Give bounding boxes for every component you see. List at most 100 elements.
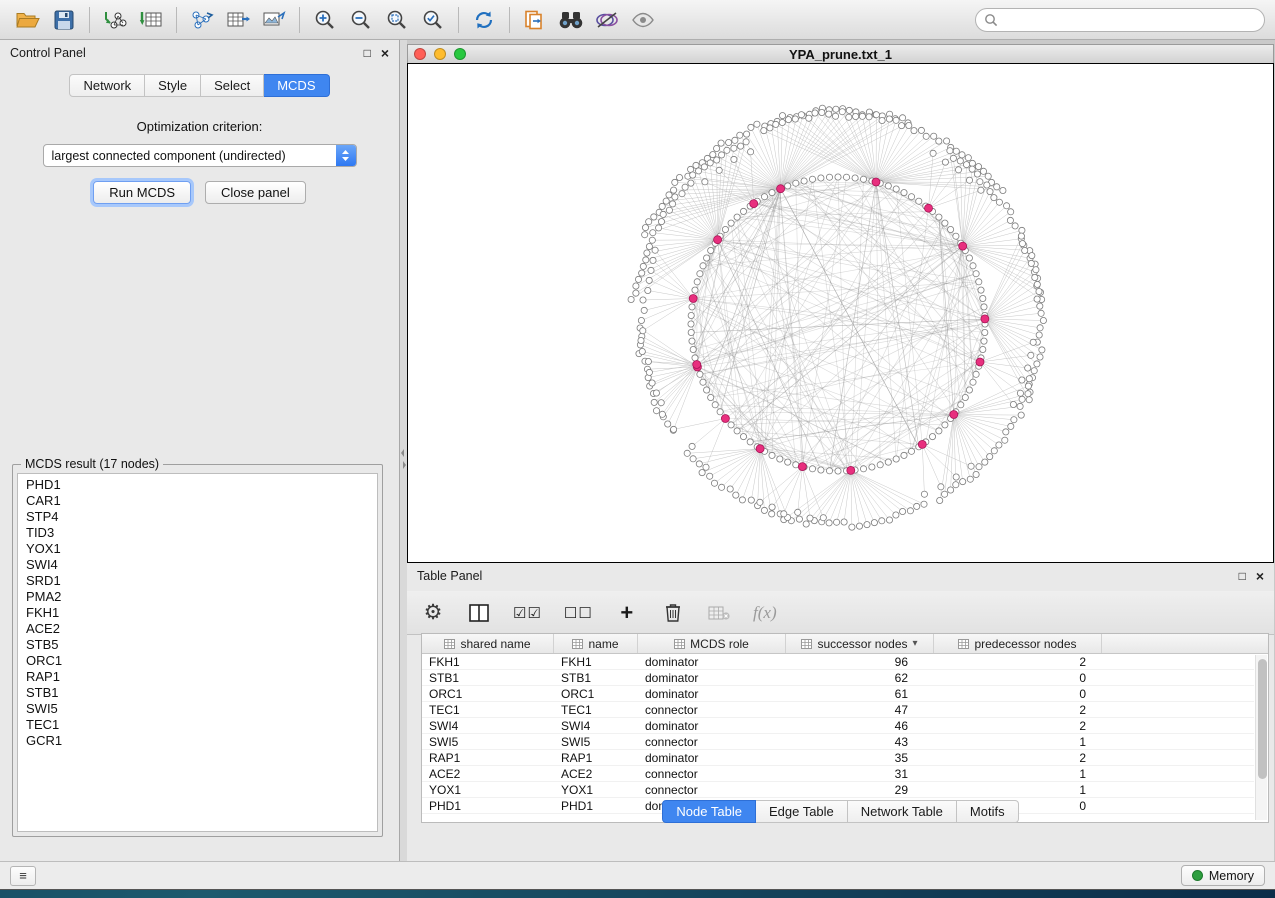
tab-network[interactable]: Network (69, 74, 145, 97)
tab-node-table[interactable]: Node Table (662, 800, 756, 823)
result-item[interactable]: SWI4 (18, 557, 377, 573)
result-item[interactable]: STB5 (18, 637, 377, 653)
table-row[interactable]: SWI4SWI4dominator462 (422, 718, 1254, 734)
open-file-button[interactable] (10, 5, 46, 35)
zoom-fit-button[interactable] (379, 5, 415, 35)
tab-style[interactable]: Style (145, 74, 201, 97)
panel-splitter[interactable] (400, 40, 407, 861)
add-icon[interactable]: + (615, 599, 639, 627)
close-icon[interactable]: × (1256, 569, 1264, 583)
find-button[interactable] (553, 5, 589, 35)
tab-network-table[interactable]: Network Table (848, 800, 957, 823)
import-table-button[interactable] (133, 5, 169, 35)
table-cell: 1 (934, 766, 1102, 782)
run-mcds-button[interactable]: Run MCDS (93, 181, 191, 204)
memory-button[interactable]: Memory (1181, 865, 1265, 886)
unselect-all-icon[interactable]: ☐☐ (564, 599, 593, 627)
mcds-result-list[interactable]: PHD1CAR1STP4TID3YOX1SWI4SRD1PMA2FKH1ACE2… (17, 473, 378, 832)
result-item[interactable]: GCR1 (18, 733, 377, 749)
column-header-successor-nodes[interactable]: successor nodes▾ (786, 634, 934, 653)
delete-button[interactable] (661, 599, 685, 627)
zoom-out-button[interactable] (343, 5, 379, 35)
result-item[interactable]: CAR1 (18, 493, 377, 509)
result-item[interactable]: TID3 (18, 525, 377, 541)
filter-arrow-icon[interactable]: ▾ (913, 638, 918, 649)
result-item[interactable]: TEC1 (18, 717, 377, 733)
optimization-criterion-select[interactable]: largest connected component (undirected) (43, 144, 357, 167)
scrollbar-thumb[interactable] (1258, 659, 1267, 779)
table-row[interactable]: STB1STB1dominator620 (422, 670, 1254, 686)
close-icon[interactable]: × (381, 46, 389, 60)
result-item[interactable]: STB1 (18, 685, 377, 701)
table-row[interactable]: FKH1FKH1dominator962 (422, 654, 1254, 670)
search-input[interactable] (1004, 13, 1256, 27)
export-network-button[interactable] (184, 5, 220, 35)
table-row[interactable]: SWI5SWI5connector431 (422, 734, 1254, 750)
zoom-in-button[interactable] (307, 5, 343, 35)
table-panel-titlebar: Table Panel □ × (407, 563, 1274, 589)
result-item[interactable]: YOX1 (18, 541, 377, 557)
tab-motifs[interactable]: Motifs (957, 800, 1019, 823)
column-header-label: name (588, 637, 618, 651)
zoom-selected-button[interactable] (415, 5, 451, 35)
result-item[interactable]: FKH1 (18, 605, 377, 621)
float-window-icon[interactable]: □ (1239, 570, 1246, 582)
result-item[interactable]: STP4 (18, 509, 377, 525)
table-cell: connector (638, 782, 786, 798)
compare-networks-button[interactable] (589, 5, 625, 35)
column-header-predecessor-nodes[interactable]: predecessor nodes (934, 634, 1102, 653)
column-header-name[interactable]: name (554, 634, 638, 653)
column-header-shared-name[interactable]: shared name (422, 634, 554, 653)
table-row[interactable]: RAP1RAP1dominator352 (422, 750, 1254, 766)
select-all-icon[interactable]: ☑☑ (513, 599, 542, 627)
close-panel-button[interactable]: Close panel (205, 181, 306, 204)
network-graph[interactable]: FKH1ORC1STB1TEC1SWI4SWI5RAP1ACE2YOX1PHD1… (408, 64, 1274, 562)
tab-edge-table[interactable]: Edge Table (756, 800, 848, 823)
show-hide-button[interactable] (625, 5, 661, 35)
dropdown-stepper[interactable] (336, 145, 356, 166)
table-cell: SWI5 (422, 734, 554, 750)
result-item[interactable]: ACE2 (18, 621, 377, 637)
save-button[interactable] (46, 5, 82, 35)
result-item[interactable]: PHD1 (18, 477, 377, 493)
table-cell: STB1 (422, 670, 554, 686)
import-network-button[interactable] (97, 5, 133, 35)
network-workspace: YPA_prune.txt_1 FKH1ORC1STB1TEC1SWI4SWI5… (407, 40, 1275, 861)
compare-icon (595, 10, 619, 30)
network-window-titlebar[interactable]: YPA_prune.txt_1 (407, 44, 1274, 63)
result-item[interactable]: PMA2 (18, 589, 377, 605)
column-settings-icon[interactable] (467, 599, 491, 627)
zoom-in-icon (314, 9, 336, 31)
gear-icon[interactable]: ⚙ (421, 599, 445, 627)
apply-layout-button[interactable] (466, 5, 502, 35)
status-menu-button[interactable]: ≡ (10, 866, 36, 886)
result-item[interactable]: ORC1 (18, 653, 377, 669)
table-toolbar: ⚙ ☑☑ ☐☐ + (407, 591, 1274, 635)
table-scrollbar[interactable] (1255, 655, 1267, 820)
table-row[interactable]: ORC1ORC1dominator610 (422, 686, 1254, 702)
table-cell: dominator (638, 718, 786, 734)
table-row[interactable]: YOX1YOX1connector291 (422, 782, 1254, 798)
tab-mcds[interactable]: MCDS (264, 74, 329, 97)
tab-select[interactable]: Select (201, 74, 264, 97)
result-item[interactable]: SWI5 (18, 701, 377, 717)
table-row[interactable]: ACE2ACE2connector311 (422, 766, 1254, 782)
export-table-button[interactable] (220, 5, 256, 35)
float-window-icon[interactable]: □ (364, 47, 371, 59)
column-header-MCDS-role[interactable]: MCDS role (638, 634, 786, 653)
table-cell: 2 (934, 750, 1102, 766)
cytoscape-app-window: Control Panel □ × Network Style Select M… (0, 0, 1275, 890)
export-image-button[interactable] (256, 5, 292, 35)
toolbar-separator (509, 7, 510, 33)
clone-network-button[interactable] (517, 5, 553, 35)
network-canvas[interactable]: FKH1ORC1STB1TEC1SWI4SWI5RAP1ACE2YOX1PHD1… (407, 63, 1274, 563)
result-item[interactable]: SRD1 (18, 573, 377, 589)
table-panel: Table Panel □ × ⚙ ☑☑ ☐☐ + (407, 563, 1274, 861)
result-item[interactable]: RAP1 (18, 669, 377, 685)
search-field[interactable] (975, 8, 1265, 32)
table-cell: YOX1 (422, 782, 554, 798)
memory-label: Memory (1209, 869, 1254, 883)
table-row[interactable]: TEC1TEC1connector472 (422, 702, 1254, 718)
table-column-icon (444, 639, 455, 649)
delete-table-icon (708, 605, 730, 621)
